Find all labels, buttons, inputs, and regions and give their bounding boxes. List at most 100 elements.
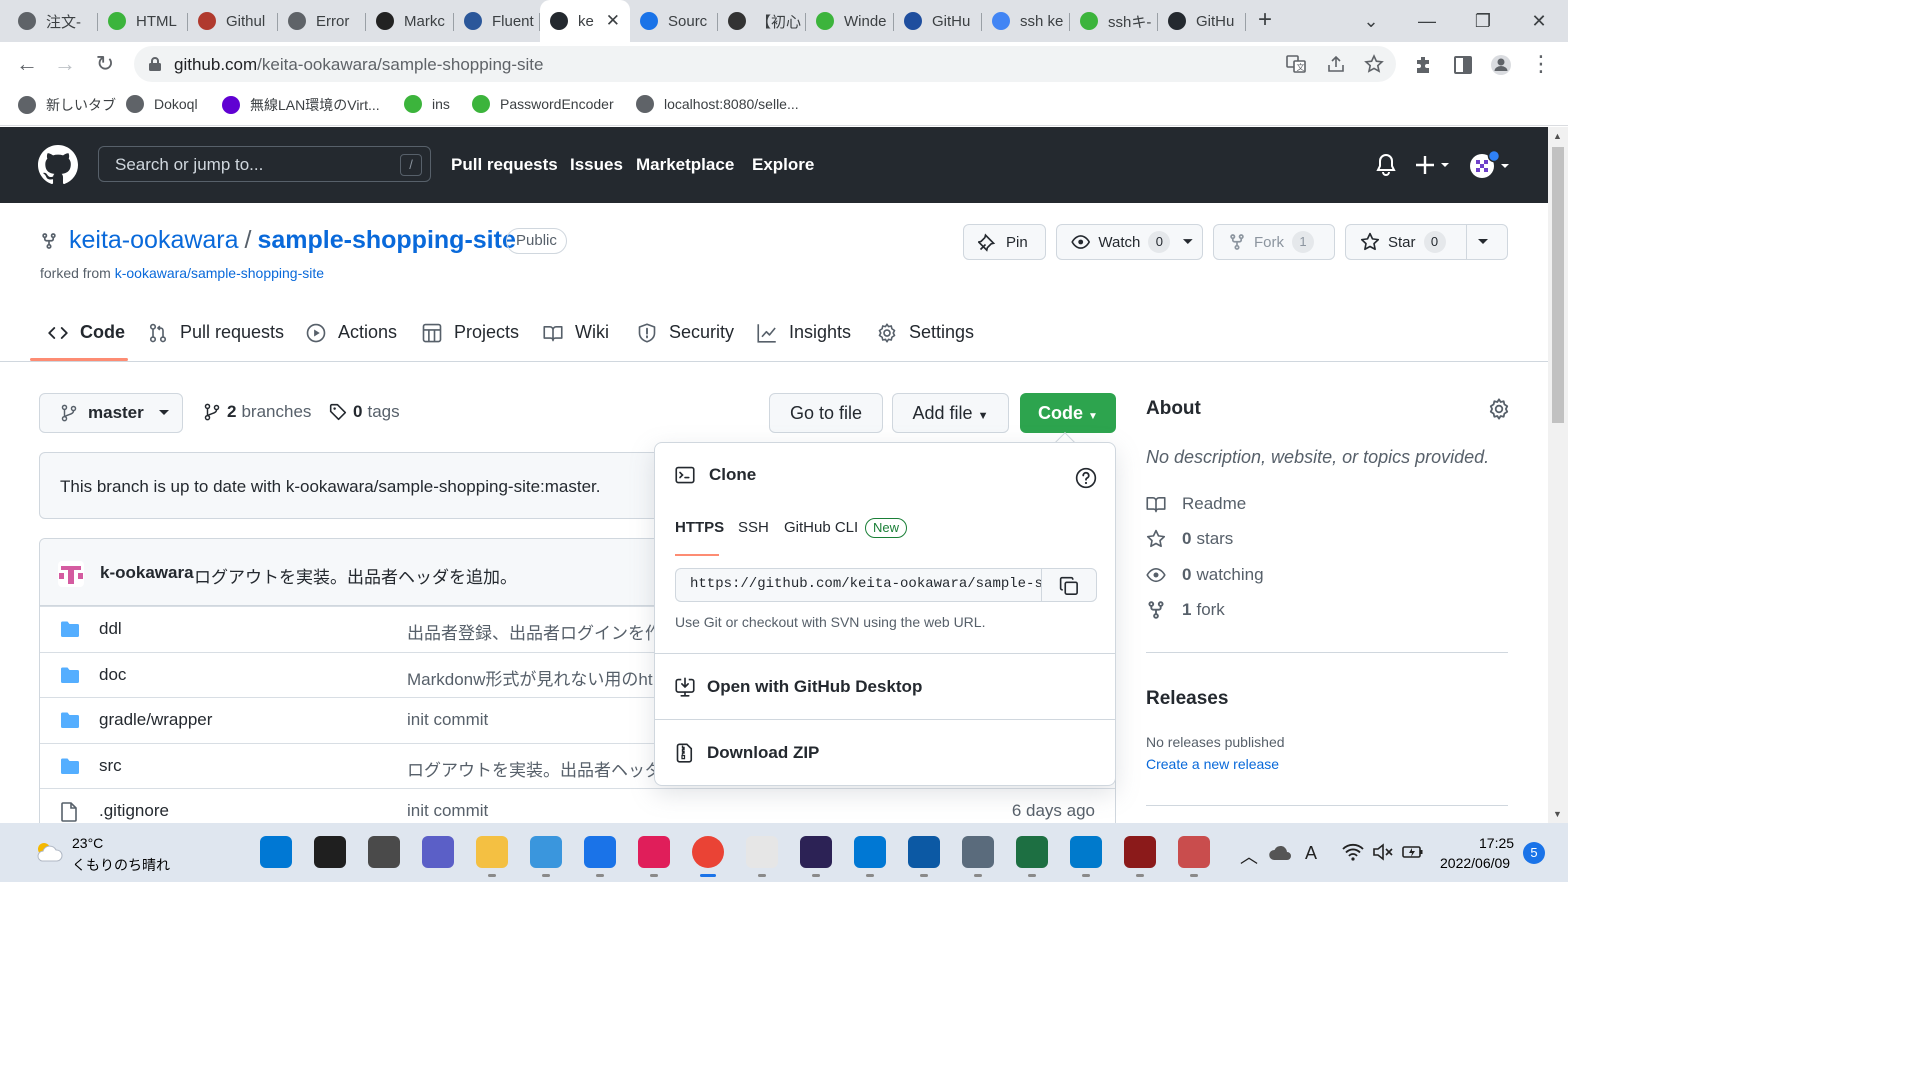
branches-link[interactable]: 2 branches: [203, 402, 311, 422]
download-zip-button[interactable]: Download ZIP: [675, 743, 819, 763]
browser-tab[interactable]: ke ✕: [540, 0, 630, 42]
slack-icon[interactable]: [638, 836, 670, 877]
restore-button[interactable]: ❐: [1468, 6, 1498, 36]
weather-condition[interactable]: くもりのち晴れ: [72, 855, 170, 875]
forked-source-link[interactable]: k-ookawara/sample-shopping-site: [115, 265, 324, 281]
bookmark-item[interactable]: 新しいタブ: [18, 95, 116, 115]
add-file-button[interactable]: Add file ▼: [892, 393, 1009, 433]
file-commit-message[interactable]: 出品者登録、出品者ログインを作: [407, 619, 657, 644]
address-bar[interactable]: github.com/keita-ookawara/sample-shoppin…: [134, 46, 1396, 82]
scroll-up-arrow-icon[interactable]: ▲: [1553, 131, 1562, 141]
nav-pull-requests[interactable]: Pull requests: [451, 155, 558, 175]
avatar[interactable]: [58, 561, 84, 587]
notepad-icon[interactable]: [746, 836, 778, 877]
create-new-icon[interactable]: [1416, 153, 1452, 177]
browser-tab[interactable]: Winde: [806, 6, 894, 36]
tab-search-icon[interactable]: ⌄: [1356, 6, 1386, 36]
tab-pull-requests[interactable]: Pull requests: [148, 322, 284, 343]
scroll-down-arrow-icon[interactable]: ▼: [1553, 809, 1562, 819]
create-release-link[interactable]: Create a new release: [1146, 756, 1279, 772]
stars-link[interactable]: 0 stars: [1146, 529, 1233, 549]
back-button[interactable]: ←: [14, 51, 40, 77]
file-name-link[interactable]: ddl: [99, 619, 122, 639]
gear-icon[interactable]: [1488, 398, 1510, 420]
wifi-icon[interactable]: [1342, 843, 1364, 861]
maps-icon[interactable]: [854, 836, 886, 877]
file-name-link[interactable]: .gitignore: [99, 801, 169, 821]
weather-temperature[interactable]: 23°C: [72, 835, 103, 851]
browser-tab[interactable]: ssh ke: [982, 6, 1070, 36]
nav-marketplace[interactable]: Marketplace: [636, 155, 734, 175]
task-view-icon[interactable]: [368, 836, 400, 868]
scrollbar-thumb[interactable]: [1552, 147, 1564, 423]
page-scrollbar[interactable]: ▲ ▼: [1548, 127, 1568, 823]
excel-icon[interactable]: [1016, 836, 1048, 877]
github-logo-icon[interactable]: [38, 145, 78, 185]
file-commit-message[interactable]: init commit: [407, 801, 657, 821]
branch-select-button[interactable]: master: [39, 393, 183, 433]
microsoft-store-icon[interactable]: [530, 836, 562, 877]
share-icon[interactable]: [1326, 54, 1346, 74]
fork-button[interactable]: Fork 1: [1213, 224, 1335, 260]
bookmark-star-icon[interactable]: [1364, 54, 1384, 74]
minimize-button[interactable]: —: [1412, 6, 1442, 36]
close-tab-icon[interactable]: ✕: [606, 11, 620, 31]
code-button[interactable]: Code ▼: [1020, 393, 1116, 433]
clock-date[interactable]: 2022/06/09: [1440, 855, 1510, 871]
browser-tab[interactable]: 【初心: [718, 6, 806, 36]
extensions-icon[interactable]: [1412, 54, 1434, 76]
windows-start-icon[interactable]: [260, 836, 292, 868]
browser-tab[interactable]: Sourc: [630, 6, 718, 36]
go-to-file-button[interactable]: Go to file: [769, 393, 883, 433]
search-icon[interactable]: [314, 836, 346, 868]
bookmark-item[interactable]: PasswordEncoder: [472, 95, 614, 113]
copy-url-button[interactable]: [1041, 568, 1097, 602]
tab-security[interactable]: Security: [637, 322, 734, 343]
bookmark-item[interactable]: localhost:8080/selle...: [636, 95, 799, 113]
browser-tab[interactable]: sshキ-: [1070, 6, 1158, 36]
star-list-dropdown[interactable]: [1467, 225, 1507, 259]
browser-tab[interactable]: HTML: [98, 6, 188, 36]
browser-tab[interactable]: Markc: [366, 6, 454, 36]
side-panel-icon[interactable]: [1452, 54, 1474, 76]
chevron-up-icon[interactable]: ︿: [1240, 843, 1258, 869]
tab-code[interactable]: Code: [48, 322, 125, 343]
open-github-desktop-button[interactable]: Open with GitHub Desktop: [675, 677, 922, 697]
cloudy-weather-icon[interactable]: [34, 841, 64, 863]
tomcat-icon[interactable]: [1124, 836, 1156, 877]
forward-button[interactable]: →: [52, 51, 78, 77]
browser-tab[interactable]: GitHu: [894, 6, 982, 36]
tab-insights[interactable]: Insights: [757, 322, 851, 343]
clone-tab-https[interactable]: HTTPS: [675, 519, 724, 536]
file-commit-message[interactable]: ログアウトを実装。出品者ヘッダ: [407, 756, 657, 781]
bookmark-item[interactable]: Dokoql: [126, 95, 198, 113]
notifications-bell-icon[interactable]: [1375, 153, 1397, 177]
releases-heading[interactable]: Releases: [1146, 688, 1228, 710]
repo-owner-link[interactable]: keita-ookawara: [69, 226, 239, 254]
clone-tab-ssh[interactable]: SSH: [738, 519, 769, 536]
watchers-link[interactable]: 0 watching: [1146, 565, 1264, 585]
eclipse-icon[interactable]: [800, 836, 832, 877]
file-commit-message[interactable]: init commit: [407, 710, 657, 730]
teams-chat-icon[interactable]: [422, 836, 454, 868]
bookmark-item[interactable]: 無線LAN環境のVirt...: [222, 95, 380, 115]
clone-tab-github-cli[interactable]: GitHub CLI: [784, 519, 858, 536]
tab-projects[interactable]: Projects: [422, 322, 519, 343]
file-explorer-icon[interactable]: [476, 836, 508, 877]
file-name-link[interactable]: gradle/wrapper: [99, 710, 212, 730]
ime-mode-indicator[interactable]: A: [1305, 843, 1317, 864]
tab-actions[interactable]: Actions: [306, 322, 397, 343]
user-avatar-menu-icon[interactable]: [1468, 149, 1510, 181]
clock-time[interactable]: 17:25: [1479, 835, 1514, 851]
github-search-input[interactable]: Search or jump to... /: [98, 146, 431, 182]
star-button[interactable]: Star 0: [1346, 225, 1468, 259]
chrome-menu-icon[interactable]: ⋮: [1528, 51, 1554, 77]
tags-link[interactable]: 0 tags: [329, 402, 400, 422]
nav-explore[interactable]: Explore: [752, 155, 814, 175]
tab-wiki[interactable]: Wiki: [543, 322, 609, 343]
forks-link[interactable]: 1 fork: [1146, 600, 1225, 620]
tab-settings[interactable]: Settings: [877, 322, 974, 343]
clone-url-input[interactable]: https://github.com/keita-ookawara/sample…: [675, 568, 1041, 602]
browser-tab[interactable]: Fluent: [454, 6, 540, 36]
settings-icon[interactable]: [962, 836, 994, 877]
